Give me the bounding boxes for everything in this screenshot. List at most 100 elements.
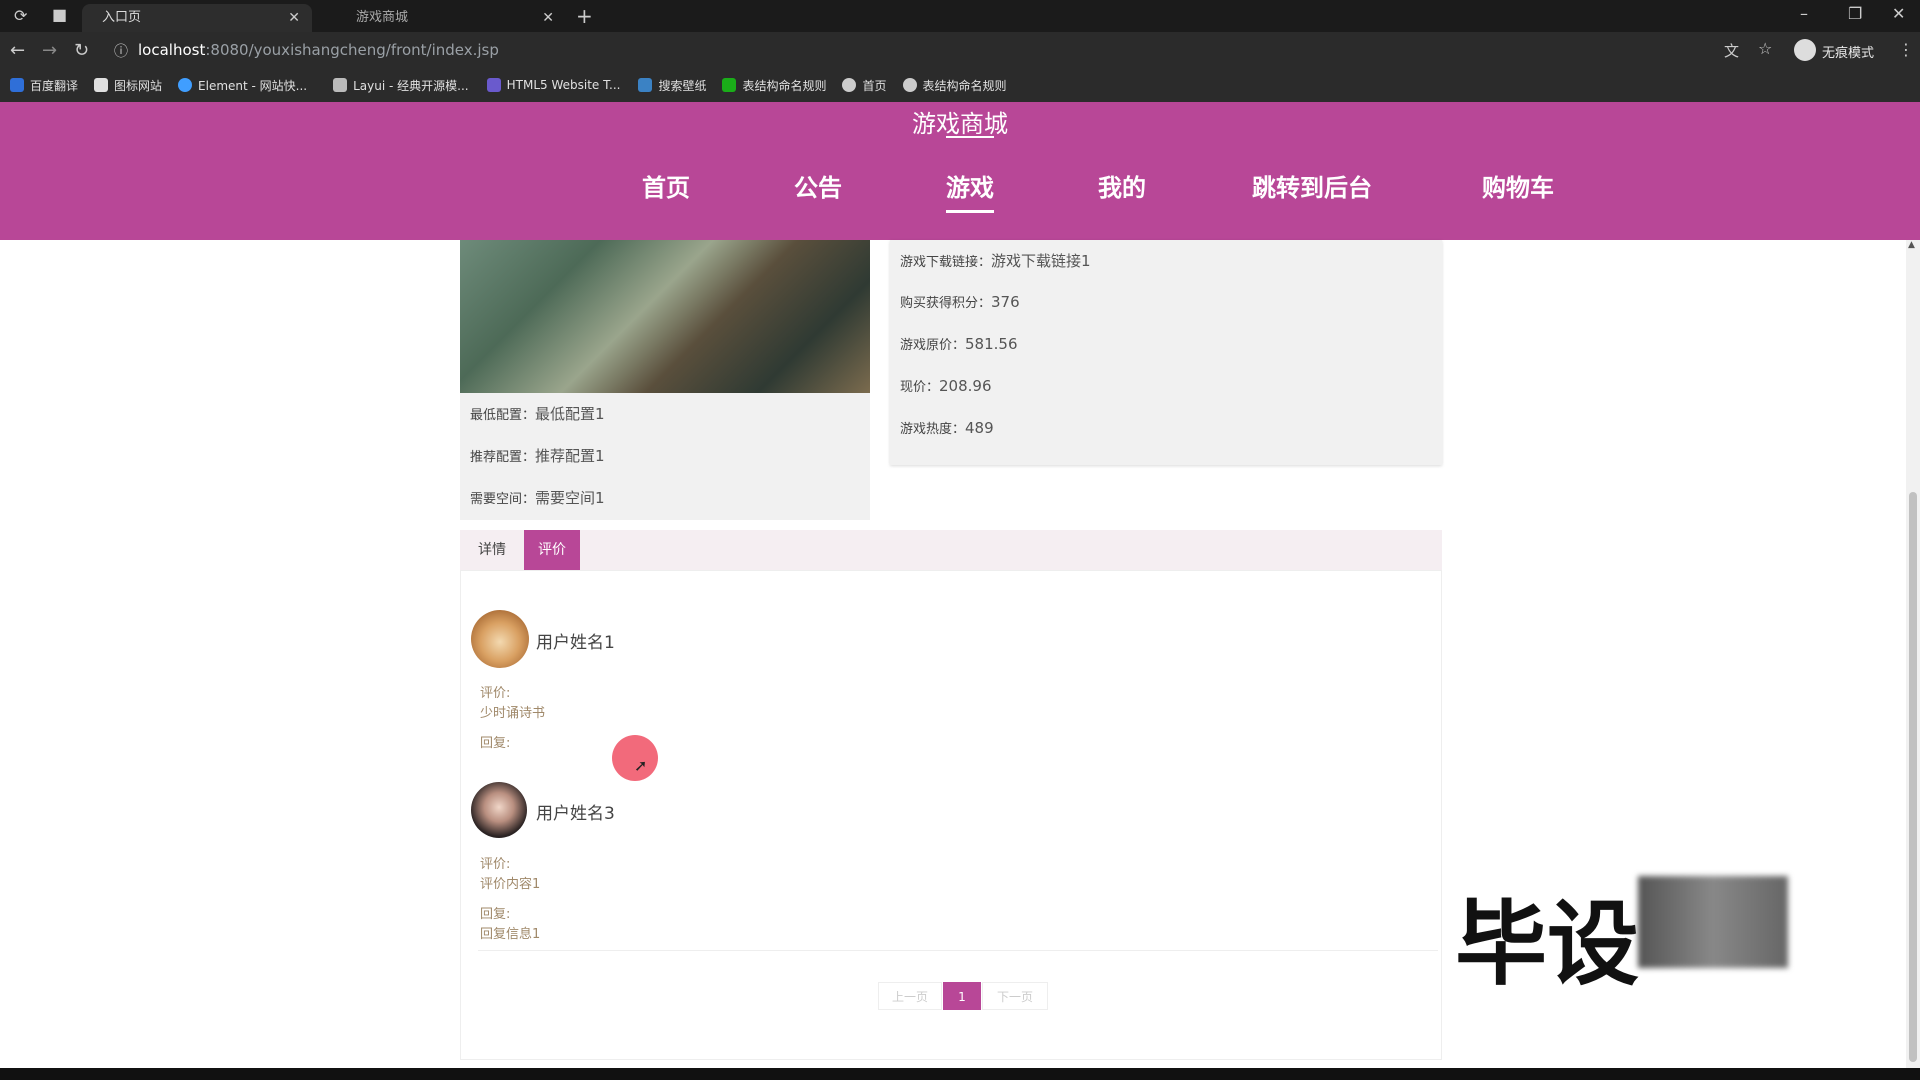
restore-icon[interactable]: ❐ (1848, 4, 1862, 23)
avatar (471, 610, 529, 668)
field-value: 208.96 (939, 377, 992, 395)
tab-search-icon[interactable]: ■ (52, 5, 67, 24)
review-text: 少时诵诗书 (480, 706, 546, 721)
watermark-text: 毕设 (1455, 891, 1640, 998)
element-icon (178, 78, 193, 92)
site-title: 游戏商城 (912, 110, 1008, 138)
bookmark-label: 图标网站 (114, 78, 163, 93)
bookmark-label: 搜索壁纸 (658, 78, 707, 93)
bookmark-item[interactable]: 图标网站 (94, 77, 162, 94)
bookmark-label: 表结构命名规则 (742, 78, 827, 93)
bookmarks-bar: 百度翻译 图标网站 Element - 网站快... Layui - 经典开源模… (0, 68, 1920, 102)
url-field[interactable]: localhost:8080/youxishangcheng/front/ind… (138, 37, 1738, 63)
new-tab-button[interactable]: + (576, 4, 593, 28)
download-link-row: 游戏下载链接：游戏下载链接1 (900, 250, 1091, 271)
space-row: 需要空间：需要空间1 (470, 487, 605, 508)
divider (478, 950, 1438, 951)
url-host: localhost (138, 41, 206, 59)
field-value: 581.56 (965, 335, 1018, 353)
popularity-row: 游戏热度：489 (900, 418, 994, 437)
review-label: 评价: (480, 686, 511, 701)
browser-tab-entry[interactable]: 入口页 ✕ (82, 4, 312, 32)
bookmark-label: HTML5 Website T... (506, 78, 621, 92)
bookmark-item[interactable]: 百度翻译 (10, 77, 78, 94)
incognito-label: 无痕模式 (1822, 46, 1875, 61)
min-config-row: 最低配置：最低配置1 (470, 403, 605, 424)
browser-tab-shop[interactable]: 游戏商城 ✕ (336, 4, 566, 32)
field-label: 游戏下载链接： (900, 255, 992, 270)
forward-icon[interactable]: → (42, 40, 57, 61)
reload-icon[interactable]: ↻ (74, 40, 89, 61)
points-row: 购买获得积分：376 (900, 292, 1020, 311)
close-icon[interactable]: ✕ (288, 4, 300, 32)
review-text: 评价内容1 (480, 877, 541, 892)
field-label: 现价： (900, 380, 940, 395)
avatar (471, 782, 527, 838)
reply-label: 回复: (480, 907, 511, 922)
rec-config-row: 推荐配置：推荐配置1 (470, 445, 605, 466)
site-info-icon[interactable]: ⓘ (114, 41, 128, 61)
close-icon[interactable]: ✕ (542, 4, 554, 32)
field-label: 推荐配置： (470, 450, 536, 465)
tab-label: 游戏商城 (356, 10, 409, 25)
nav-home[interactable]: 首页 (642, 168, 690, 203)
browser-menu-icon[interactable]: ⟳ (14, 6, 27, 25)
globe-icon (902, 78, 917, 92)
reply-label: 回复: (480, 736, 511, 751)
bookmark-item[interactable]: HTML5 Website T... (486, 78, 621, 92)
bookmark-label: 表结构命名规则 (922, 78, 1007, 93)
bookmark-item[interactable]: 表结构命名规则 (722, 77, 826, 94)
field-value[interactable]: 游戏下载链接1 (991, 252, 1091, 270)
prev-page-button[interactable]: 上一页 (878, 982, 942, 1010)
bookmark-star-icon[interactable]: ☆ (1758, 39, 1772, 58)
bookmark-label: 首页 (862, 78, 887, 93)
bookmark-label: Element - 网站快... (198, 78, 308, 93)
wallpaper-icon (638, 78, 653, 92)
sheet-icon (722, 78, 737, 92)
nav-admin[interactable]: 跳转到后台 (1252, 168, 1372, 203)
browser-kebab-icon[interactable]: ⋮ (1898, 40, 1914, 59)
nav-mine[interactable]: 我的 (1098, 168, 1146, 203)
minimize-icon[interactable]: – (1800, 4, 1808, 23)
review-username: 用户姓名1 (536, 633, 615, 653)
review-label: 评价: (480, 857, 511, 872)
html5-icon (486, 78, 501, 92)
bookmark-item[interactable]: 首页 (842, 77, 887, 94)
nav-cart[interactable]: 购物车 (1482, 168, 1554, 203)
translate-bookmark-icon (10, 78, 24, 92)
flag-icon (94, 78, 109, 92)
bookmark-label: Layui - 经典开源模... (353, 78, 469, 93)
watermark-blur (1638, 876, 1788, 968)
pointer-icon: ➚ (634, 756, 648, 775)
field-label: 游戏原价： (900, 338, 966, 353)
bookmark-item[interactable]: Layui - 经典开源模... (333, 77, 469, 94)
next-page-button[interactable]: 下一页 (982, 982, 1048, 1010)
nav-games[interactable]: 游戏 (946, 136, 994, 213)
field-label: 购买获得积分： (900, 296, 992, 311)
scroll-up-icon[interactable]: ▲ (1908, 240, 1915, 250)
translate-icon[interactable]: 文 (1724, 40, 1739, 61)
scrollbar-thumb[interactable] (1909, 492, 1917, 1062)
nav-announcements[interactable]: 公告 (794, 168, 842, 203)
tab-reviews[interactable]: 评价 (524, 530, 580, 570)
field-label: 最低配置： (470, 408, 536, 423)
original-price-row: 游戏原价：581.56 (900, 334, 1018, 353)
bookmark-item[interactable]: Element - 网站快... (178, 77, 307, 94)
bottom-bar (0, 1068, 1920, 1080)
bookmark-item[interactable]: 表结构命名规则 (902, 77, 1007, 94)
field-value: 489 (965, 419, 994, 437)
tab-details[interactable]: 详情 (464, 530, 520, 570)
layui-icon (333, 78, 348, 92)
field-value: 推荐配置1 (535, 447, 605, 465)
page-1-button[interactable]: 1 (943, 982, 981, 1010)
incognito-icon[interactable] (1794, 39, 1816, 61)
review-username: 用户姓名3 (536, 804, 615, 824)
back-icon[interactable]: ← (10, 40, 25, 61)
bookmark-label: 百度翻译 (30, 78, 79, 93)
field-value: 需要空间1 (535, 489, 605, 507)
bookmark-item[interactable]: 搜索壁纸 (638, 77, 706, 94)
reply-text: 回复信息1 (480, 927, 541, 942)
detail-tabs-bar (460, 530, 1442, 570)
game-image (460, 240, 870, 393)
close-window-icon[interactable]: ✕ (1892, 4, 1905, 23)
